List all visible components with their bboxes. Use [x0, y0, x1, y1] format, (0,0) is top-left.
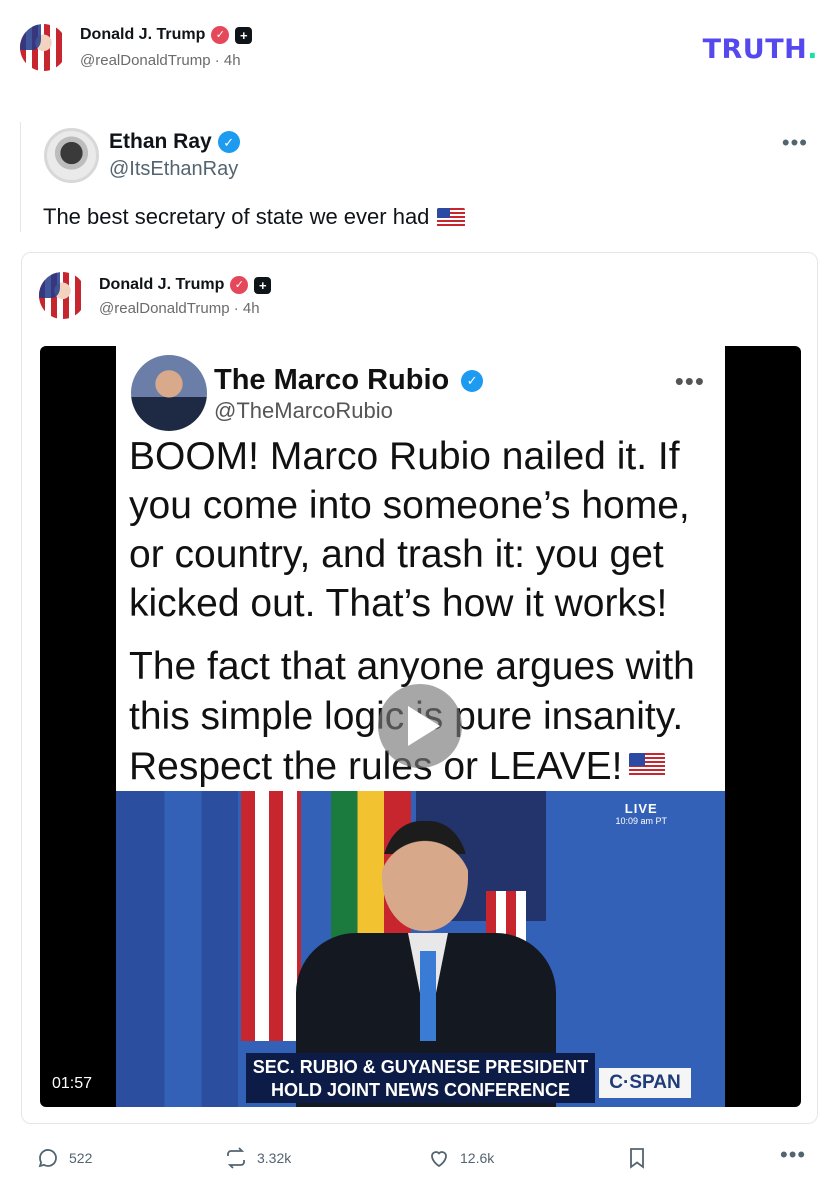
embedded-author-name-row: Donald J. Trump ✓ + [99, 276, 272, 294]
play-icon [408, 706, 440, 746]
reply-count: 522 [69, 1150, 93, 1166]
video-duration: 01:57 [52, 1075, 93, 1092]
bookmark-icon [630, 1148, 644, 1169]
quoted-tweet[interactable]: Ethan Ray ✓ @ItsEthanRay ••• The best se… [20, 122, 820, 232]
heart-icon [431, 1151, 447, 1168]
verified-badge-icon: ✓ [217, 131, 240, 153]
embedded-author-handle[interactable]: @realDonaldTrump [99, 300, 230, 317]
network-logo: C·SPAN [599, 1068, 691, 1098]
play-button[interactable] [378, 684, 462, 768]
embedded-author-avatar[interactable] [39, 272, 86, 319]
comment-icon [38, 1149, 57, 1168]
repost-icon [227, 1147, 245, 1169]
like-count: 12.6k [460, 1150, 495, 1166]
video-player[interactable]: The Marco Rubio ✓ @TheMarcoRubio ••• BOO… [40, 346, 801, 1107]
embedded-author-meta: @realDonaldTrump · 4h [99, 300, 260, 317]
retruth-count: 3.32k [257, 1150, 292, 1166]
live-indicator: LIVE 10:09 am PT [615, 801, 667, 826]
quoted-author-name-row: Ethan Ray ✓ [109, 130, 240, 154]
post-time[interactable]: 4h [224, 52, 241, 69]
news-chyron: SEC. RUBIO & GUYANESE PRESIDENT HOLD JOI… [246, 1053, 595, 1103]
quoted-author-handle[interactable]: @ItsEthanRay [109, 158, 238, 181]
rubio-name: The Marco Rubio [214, 364, 450, 396]
quoted-author-name[interactable]: Ethan Ray [109, 130, 212, 154]
plus-badge-icon: + [235, 26, 253, 44]
verified-badge-icon: ✓ [461, 369, 484, 392]
author-handle[interactable]: @realDonaldTrump [80, 52, 211, 69]
like-button[interactable]: 12.6k [427, 1146, 494, 1170]
embedded-post-time[interactable]: 4h [243, 300, 260, 317]
post-header: Donald J. Trump ✓ + @realDonaldTrump · 4… [20, 24, 820, 74]
rubio-name-row: The Marco Rubio ✓ [214, 364, 484, 397]
plus-badge-icon: + [254, 276, 272, 294]
author-meta: @realDonaldTrump · 4h [80, 52, 241, 69]
us-flag-backdrop [241, 791, 301, 1041]
more-dots-icon: ••• [674, 366, 705, 396]
retruth-button[interactable]: 3.32k [224, 1146, 291, 1170]
quoted-tweet-text: The best secretary of state we ever had [43, 204, 430, 229]
embedded-post-card[interactable]: Donald J. Trump ✓ + @realDonaldTrump · 4… [21, 252, 818, 1124]
embedded-author-name[interactable]: Donald J. Trump [99, 276, 224, 294]
quoted-tweet-text-row: The best secretary of state we ever had [43, 204, 466, 230]
meta-separator: · [214, 52, 220, 69]
meta-separator: · [233, 300, 239, 317]
verified-badge-icon: ✓ [211, 26, 230, 44]
more-dots-icon[interactable]: ••• [782, 130, 808, 156]
more-dots-icon: ••• [780, 1142, 807, 1167]
quoted-author-avatar[interactable] [44, 128, 99, 183]
truth-logo: TRUTH. [702, 34, 818, 65]
author-name-row: Donald J. Trump ✓ + [80, 26, 253, 44]
action-bar: 522 3.32k 12.6k ••• [0, 1140, 840, 1180]
author-avatar[interactable] [20, 24, 67, 71]
us-flag-icon [437, 207, 466, 227]
rubio-avatar [131, 355, 207, 431]
video-news-footage: LIVE 10:09 am PT SEC. RUBIO & GUYANESE P… [116, 791, 725, 1107]
bookmark-button[interactable] [625, 1146, 649, 1170]
rubio-handle: @TheMarcoRubio [214, 398, 393, 423]
rubio-tweet-paragraph-1: BOOM! Marco Rubio nailed it. If you come… [129, 435, 690, 625]
author-name[interactable]: Donald J. Trump [80, 26, 205, 44]
more-options-button[interactable]: ••• [780, 1142, 806, 1168]
verified-badge-icon: ✓ [230, 276, 249, 294]
reply-button[interactable]: 522 [36, 1146, 92, 1170]
us-flag-icon [628, 753, 665, 777]
